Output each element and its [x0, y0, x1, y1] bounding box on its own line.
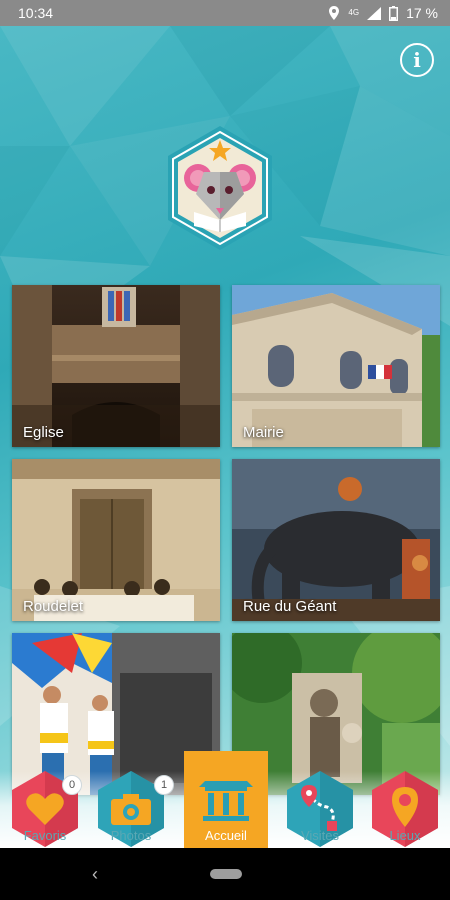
network-type: 4G [348, 8, 360, 17]
status-time: 10:34 [18, 5, 54, 21]
back-chevron-icon[interactable]: ‹ [92, 864, 98, 885]
tab-photos-label: Photos [110, 828, 152, 843]
place-label-mairie: Mairie [243, 424, 284, 441]
signal-icon [367, 6, 382, 20]
roudelet-photo [12, 459, 220, 621]
place-label-roudelet: Roudelet [23, 598, 84, 615]
status-bar: 10:34 4G 17 % [0, 0, 450, 26]
battery-level: 17 % [406, 5, 438, 21]
tab-photos[interactable]: 1 Photos [86, 771, 176, 848]
mairie-photo [232, 285, 440, 447]
bottom-tab-bar: 0 Favoris 1 Photos Accueil Visites Lieux [0, 751, 450, 848]
tab-lieux[interactable]: Lieux [360, 771, 450, 848]
tab-favoris-label: Favoris [23, 828, 67, 843]
eglise-photo [12, 285, 220, 447]
info-button[interactable]: i [400, 43, 434, 77]
app-home-screen: i Eglise Mairie Roudelet Rue du Géant 0 … [0, 26, 450, 848]
battery-icon [389, 5, 399, 21]
place-tile-roudelet[interactable]: Roudelet [12, 459, 220, 621]
tab-lieux-label: Lieux [389, 828, 421, 843]
tab-favoris[interactable]: 0 Favoris [0, 771, 90, 848]
location-icon [329, 6, 340, 20]
photos-count-badge: 1 [154, 775, 174, 795]
mouse-mascot-logo [168, 126, 272, 250]
system-nav-bar: ‹ [0, 848, 450, 900]
tab-accueil[interactable]: Accueil [181, 771, 271, 848]
home-pill[interactable] [210, 869, 242, 879]
tab-accueil-label: Accueil [205, 828, 247, 843]
tab-visites[interactable]: Visites [275, 771, 365, 848]
favoris-count-badge: 0 [62, 775, 82, 795]
rue-du-geant-painting [232, 459, 440, 621]
place-label-eglise: Eglise [23, 424, 64, 441]
place-label-rue-du-geant: Rue du Géant [243, 598, 337, 615]
place-tile-mairie[interactable]: Mairie [232, 285, 440, 447]
tab-visites-label: Visites [300, 828, 340, 843]
place-tile-eglise[interactable]: Eglise [12, 285, 220, 447]
place-tile-rue-du-geant[interactable]: Rue du Géant [232, 459, 440, 621]
